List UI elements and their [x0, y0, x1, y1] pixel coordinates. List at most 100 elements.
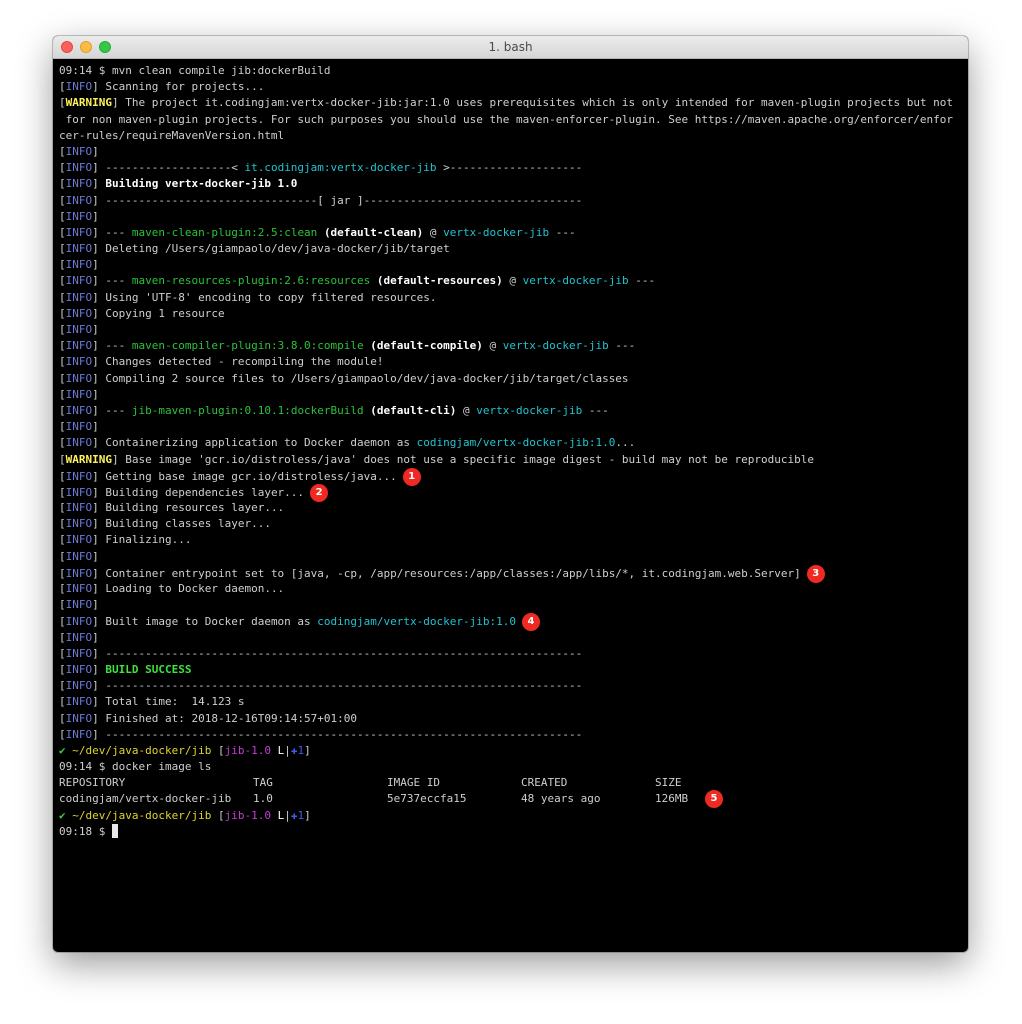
terminal-line: [INFO] [59, 387, 99, 401]
log-segment: Finished at: 2018-12-16T09:14:57+01:00 [105, 711, 358, 725]
log-segment: Containerizing application to Docker dae… [105, 436, 417, 450]
terminal-line: ✔ ~/dev/java-docker/jib [jib-1.0 L|✚1] [59, 743, 311, 757]
log-segment: --- [105, 339, 132, 353]
log-segment: Finalizing... [105, 533, 192, 547]
log-level-tag: INFO [65, 662, 93, 676]
table-cell: codingjam/vertx-docker-jib [59, 792, 232, 806]
terminal-line: [INFO] Built image to Docker daemon as c… [59, 613, 964, 632]
log-level-tag: INFO [65, 258, 93, 272]
log-segment: Changes detected - recompiling the modul… [105, 355, 384, 369]
log-level-tag: INFO [65, 711, 93, 725]
log-segment: >-------------------- [436, 161, 583, 175]
terminal-line: [INFO] -------------------< it.codingjam… [59, 161, 583, 175]
terminal-line: [INFO] --- maven-clean-plugin:2.5:clean … [59, 225, 576, 239]
terminal-line: [INFO] Building dependencies layer... 2 [59, 483, 964, 502]
line-text: 09:14 $ docker image ls [59, 760, 212, 774]
terminal-line: [INFO] Scanning for projects... [59, 80, 265, 94]
terminal-line: [INFO] ---------------------------------… [59, 727, 583, 741]
terminal-line: 09:14 $ mvn clean compile jib:dockerBuil… [59, 63, 964, 79]
log-segment: --------------------------------[ jar ]-… [105, 193, 583, 207]
log-level-tag: INFO [65, 339, 93, 353]
log-segment: Container entrypoint set to [java, -cp, … [105, 566, 801, 580]
log-segment: --- [105, 225, 132, 239]
log-segment: --- [582, 403, 609, 417]
terminal-window: 1. bash 09:14 $ mvn clean compile jib:do… [53, 36, 968, 952]
log-level-tag: INFO [65, 274, 93, 288]
log-level-tag: INFO [65, 387, 93, 401]
log-segment: The project it.codingjam:vertx-docker-ji… [125, 96, 954, 110]
log-segment: Using 'UTF-8' encoding to copy filtered … [105, 290, 437, 304]
log-segment: ... [615, 436, 636, 450]
line-text: for non maven-plugin projects. For such … [59, 112, 954, 126]
table-cell: TAG [253, 776, 273, 790]
log-level-tag: INFO [65, 323, 93, 336]
log-segment: @ [502, 274, 523, 288]
log-segment: vertx-docker-jib [502, 339, 609, 353]
minimize-button[interactable] [80, 41, 92, 53]
log-segment: codingjam/vertx-docker-jib:1.0 [416, 436, 616, 450]
table-row: REPOSITORY TAG IMAGE ID CREATED SIZE [59, 775, 964, 791]
log-segment: --- [608, 339, 636, 353]
log-segment: (default-resources) [376, 274, 503, 288]
log-segment: @ [456, 403, 477, 417]
log-level-tag: INFO [65, 582, 93, 595]
git-branch: jib-1.0 [224, 743, 271, 757]
log-segment: Compiling 2 source files to /Users/giamp… [105, 371, 629, 385]
log-segment: ----------------------------------------… [105, 679, 583, 693]
log-segment: Building resources layer... [105, 501, 285, 515]
terminal-line: [INFO] Finalizing... [59, 533, 192, 547]
log-level-tag: INFO [65, 646, 93, 660]
log-level-tag: INFO [65, 161, 93, 175]
terminal-line: [INFO] [59, 209, 99, 223]
log-segment: --- [105, 403, 132, 417]
table-cell: SIZE [655, 776, 682, 790]
log-level-tag: INFO [65, 469, 93, 483]
line-text: 09:14 $ mvn clean compile jib:dockerBuil… [59, 64, 331, 77]
log-level-tag: INFO [65, 630, 93, 644]
annotation-marker: 5 [705, 790, 723, 809]
log-segment: --- [549, 225, 576, 239]
log-segment: BUILD SUCCESS [105, 662, 192, 676]
text-cursor [111, 823, 118, 838]
terminal-line: [INFO] Loading to Docker daemon... [59, 582, 285, 595]
terminal-line: [INFO] [59, 323, 99, 336]
terminal-line: 09:14 $ docker image ls [59, 759, 964, 775]
terminal-line: [INFO] [59, 144, 99, 158]
terminal-line: [INFO] Total time: 14.123 s [59, 695, 245, 709]
log-segment: maven-compiler-plugin:3.8.0:compile [131, 339, 364, 353]
log-level-tag: INFO [65, 501, 93, 515]
table-cell: 5e737eccfa15 [387, 792, 467, 806]
log-segment: it.codingjam:vertx-docker-jib [244, 161, 437, 175]
log-level-tag: INFO [65, 144, 93, 158]
log-level-tag: INFO [65, 209, 93, 223]
log-segment: -------------------< [105, 161, 245, 175]
prompt-path: ~/dev/java-docker/jib [72, 743, 212, 757]
git-status-separator: | [284, 743, 291, 757]
log-segment: @ [423, 225, 444, 239]
table-cell: 48 years ago [521, 792, 601, 806]
log-segment: ----------------------------------------… [105, 646, 583, 660]
log-segment: jib-maven-plugin:0.10.1:dockerBuild [131, 403, 364, 417]
log-segment: --- [628, 274, 656, 288]
log-level-tag: INFO [65, 598, 93, 612]
prompt-text: 09:18 $ [59, 824, 112, 838]
window-controls [61, 41, 111, 53]
log-segment: (default-cli) [370, 403, 457, 417]
terminal-line: [INFO] Container entrypoint set to [java… [59, 564, 964, 583]
log-segment: Built image to Docker daemon as [105, 615, 318, 629]
terminal-line: for non maven-plugin projects. For such … [59, 112, 964, 128]
check-icon: ✔ [59, 808, 66, 822]
log-level-tag: INFO [65, 290, 93, 304]
zoom-button[interactable] [99, 41, 111, 53]
close-button[interactable] [61, 41, 73, 53]
log-level-tag: INFO [65, 403, 93, 417]
log-segment [370, 274, 377, 287]
terminal-line: [INFO] Changes detected - recompiling th… [59, 355, 384, 369]
log-segment: Getting base image gcr.io/distroless/jav… [105, 469, 397, 483]
log-segment: codingjam/vertx-docker-jib:1.0 [317, 615, 516, 629]
log-level-tag: INFO [65, 533, 93, 547]
terminal-output[interactable]: 09:14 $ mvn clean compile jib:dockerBuil… [59, 63, 964, 952]
git-changed-count: 1 [297, 743, 305, 757]
terminal-line: [INFO] Building vertx-docker-jib 1.0 [59, 177, 298, 191]
log-segment: --- [105, 274, 132, 288]
